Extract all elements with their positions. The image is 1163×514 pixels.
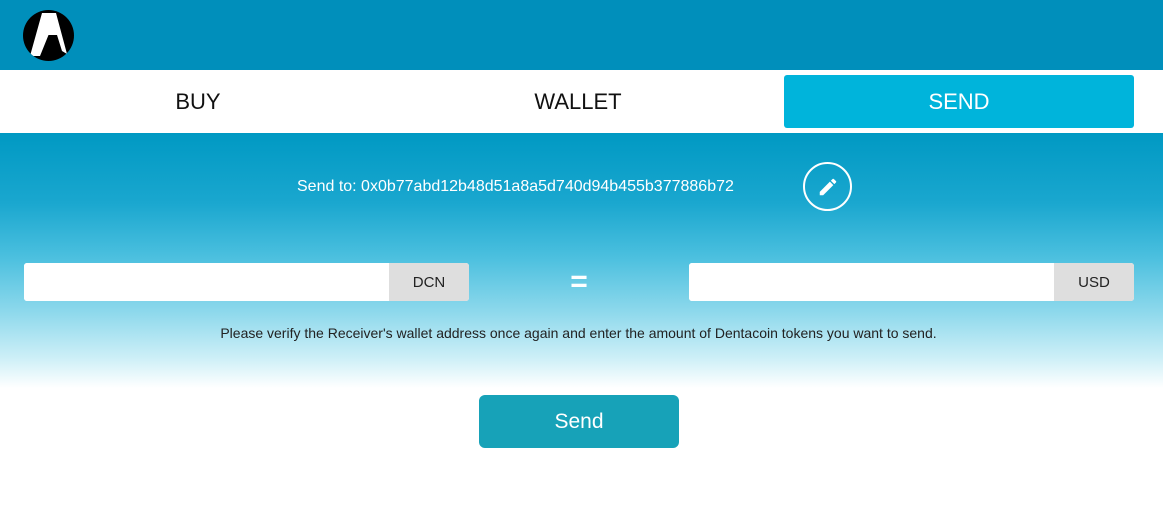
usd-amount-field: USD	[689, 263, 1134, 301]
equals-sign: =	[570, 265, 588, 298]
tab-buy[interactable]: BUY	[23, 75, 373, 128]
dcn-amount-field: DCN	[24, 263, 469, 301]
info-text: Please verify the Receiver's wallet addr…	[0, 325, 1163, 341]
tab-wallet[interactable]: WALLET	[403, 75, 753, 128]
send-button[interactable]: Send	[479, 395, 679, 448]
recipient-address: Send to: 0x0b77abd12b48d51a8a5d740d94b45…	[297, 178, 734, 195]
info-text-content: Please verify the Receiver's wallet addr…	[220, 325, 937, 341]
dcn-amount-input[interactable]	[24, 263, 389, 301]
usd-unit-label: USD	[1054, 263, 1134, 301]
edit-address-button[interactable]	[803, 162, 852, 211]
tab-bar: BUY WALLET SEND	[0, 70, 1163, 133]
tab-send[interactable]: SEND	[784, 75, 1134, 128]
send-panel: Send to: 0x0b77abd12b48d51a8a5d740d94b45…	[0, 133, 1163, 514]
dentacoin-logo-icon[interactable]	[23, 10, 74, 61]
pencil-icon	[819, 178, 836, 195]
usd-amount-input[interactable]	[689, 263, 1054, 301]
dcn-unit-label: DCN	[389, 263, 469, 301]
top-header	[0, 0, 1163, 70]
